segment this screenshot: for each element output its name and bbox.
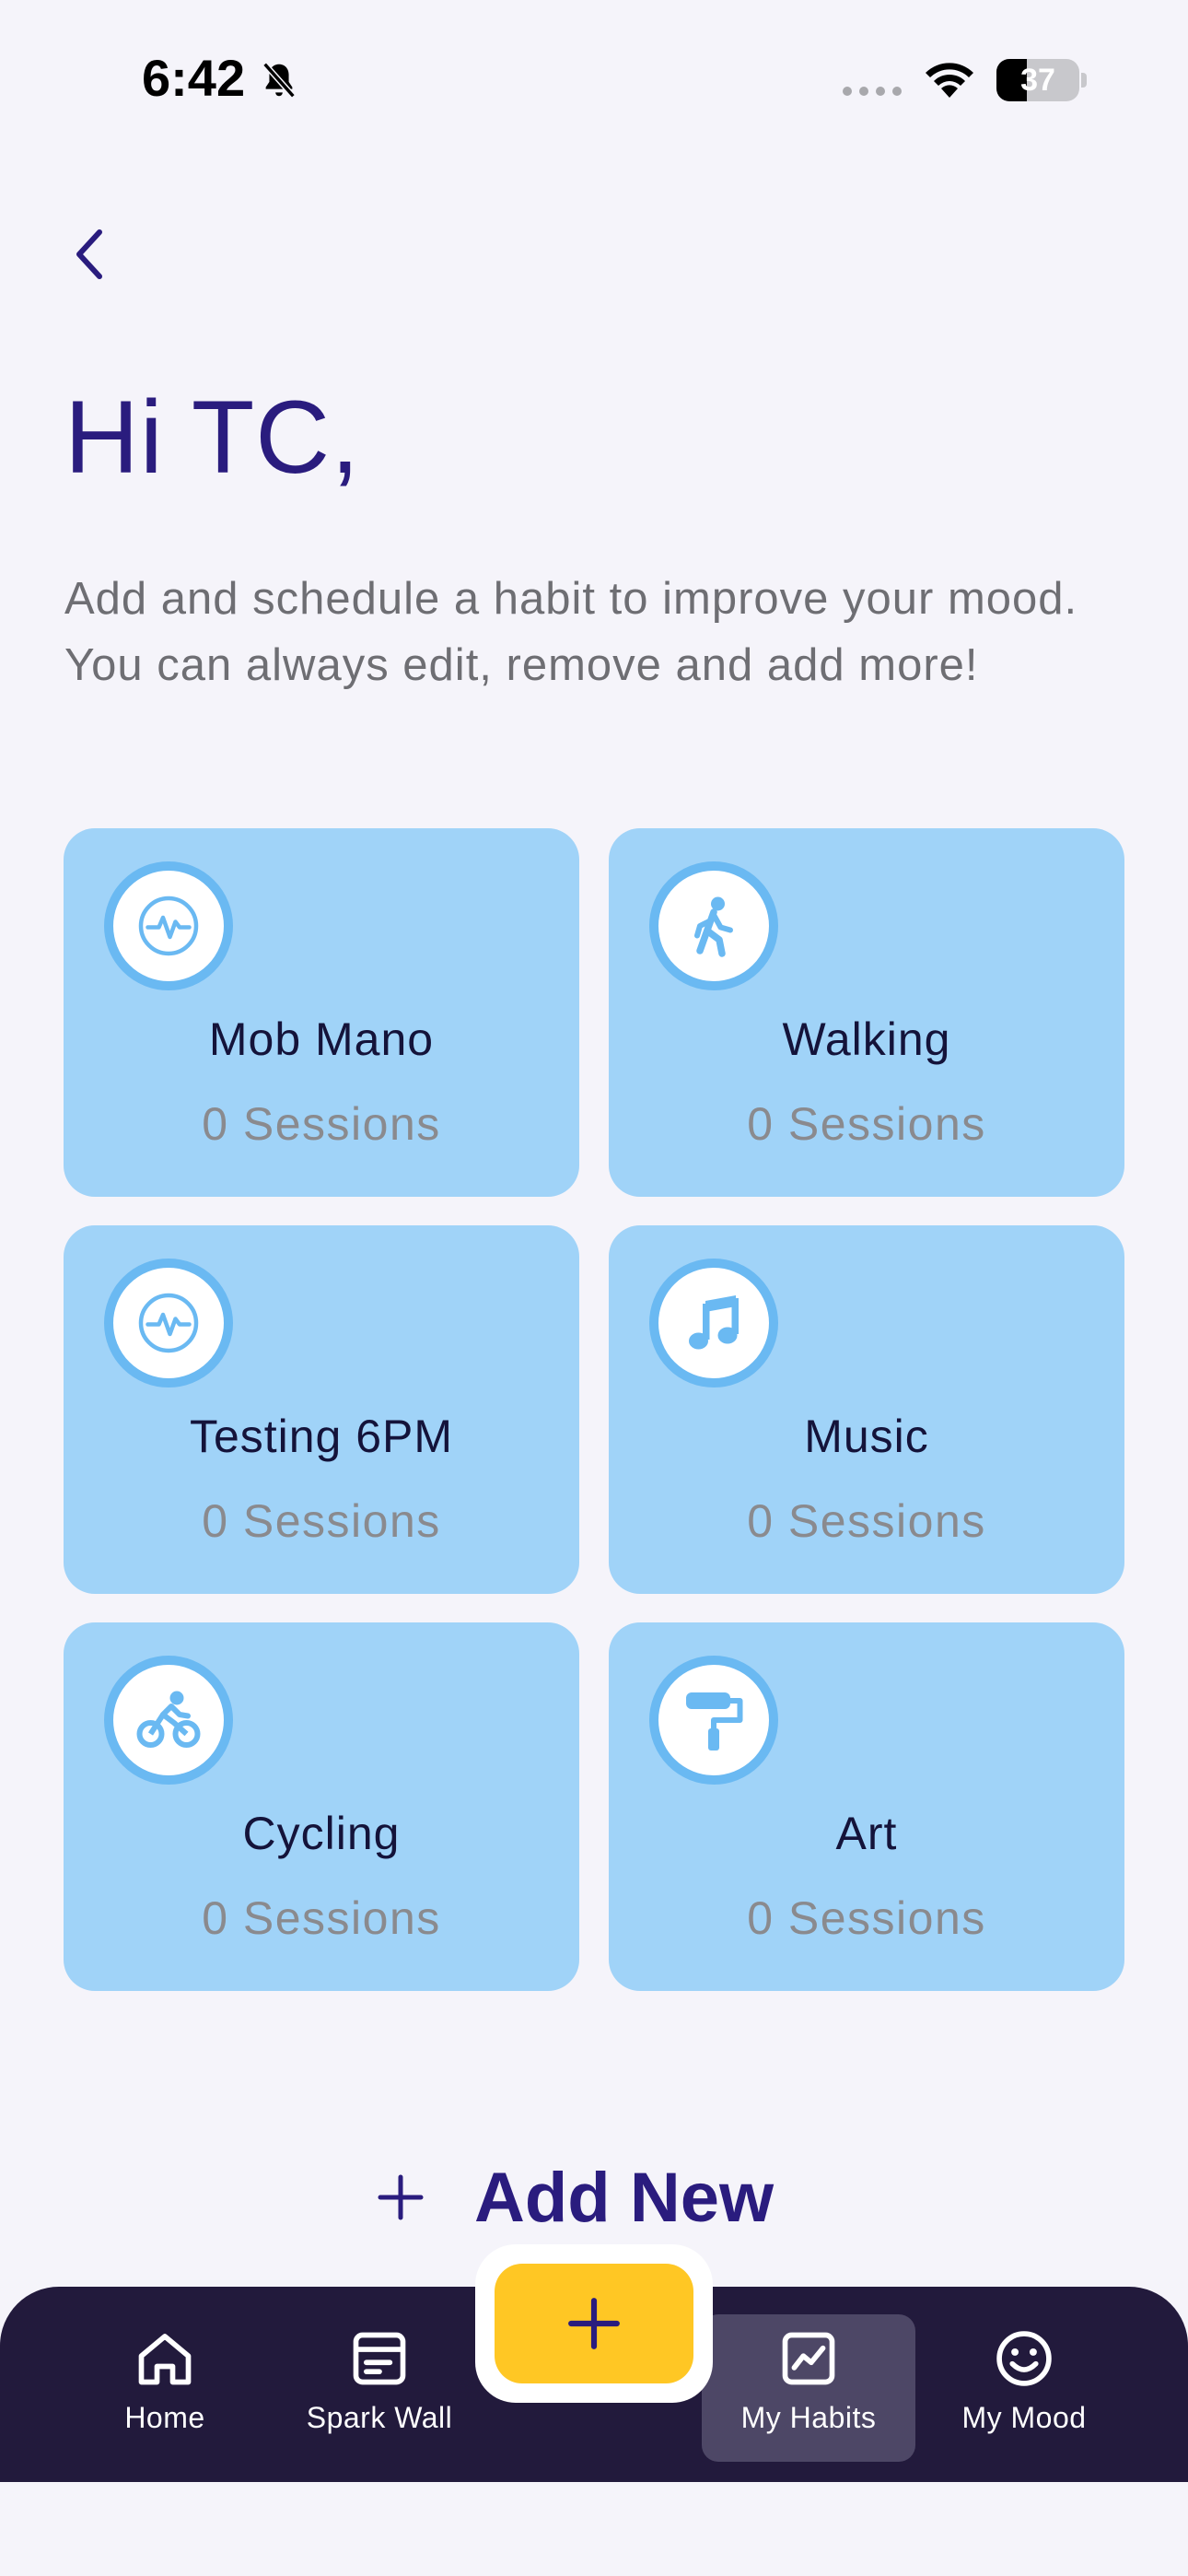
- nav-my-mood[interactable]: My Mood: [949, 2314, 1100, 2462]
- habit-card-cycling[interactable]: Cycling 0 Sessions: [64, 1622, 579, 1991]
- paint-roller-icon: [649, 1656, 778, 1785]
- habit-card-walking[interactable]: Walking 0 Sessions: [609, 828, 1124, 1197]
- add-new-label: Add New: [474, 2158, 775, 2237]
- my-habits-screen: 6:42 37 Hi TC, Add and schedule a habit …: [0, 0, 1188, 2576]
- status-bar: 6:42 37: [0, 0, 1188, 157]
- habit-card-music[interactable]: Music 0 Sessions: [609, 1225, 1124, 1594]
- nav-label: My Mood: [961, 2401, 1087, 2434]
- wifi-icon: [926, 63, 973, 98]
- intro-text: Add and schedule a habit to improve your…: [64, 574, 1078, 690]
- habit-grid: Mob Mano 0 Sessions Walking 0 Sessions T…: [64, 828, 1124, 1991]
- add-habit-fab[interactable]: [495, 2264, 693, 2383]
- plus-icon: [568, 2298, 620, 2349]
- habit-sessions: 0 Sessions: [747, 1495, 986, 1547]
- cyclist-icon: [104, 1656, 233, 1785]
- nav-spark-wall[interactable]: Spark Wall: [297, 2314, 462, 2462]
- habit-sessions: 0 Sessions: [202, 1495, 441, 1547]
- habit-card-testing-6pm[interactable]: Testing 6PM 0 Sessions: [64, 1225, 579, 1594]
- nav-my-habits[interactable]: My Habits: [702, 2314, 915, 2462]
- habit-sessions: 0 Sessions: [747, 1892, 986, 1944]
- habit-sessions: 0 Sessions: [202, 1892, 441, 1944]
- nav-label: My Habits: [740, 2401, 877, 2434]
- spark-wall-icon: [353, 2332, 406, 2385]
- habit-sessions: 0 Sessions: [747, 1098, 986, 1150]
- nav-home[interactable]: Home: [105, 2314, 225, 2462]
- habit-sessions: 0 Sessions: [202, 1098, 441, 1150]
- habit-card-art[interactable]: Art 0 Sessions: [609, 1622, 1124, 1991]
- activity-pulse-icon: [104, 861, 233, 990]
- habit-card-mob-mano[interactable]: Mob Mano 0 Sessions: [64, 828, 579, 1197]
- activity-pulse-icon: [104, 1259, 233, 1388]
- add-new-button[interactable]: Add New: [373, 2156, 774, 2239]
- nav-label: Home: [124, 2401, 205, 2434]
- smiley-icon: [996, 2331, 1052, 2386]
- habit-name: Art: [835, 1808, 898, 1859]
- back-button[interactable]: [59, 217, 118, 291]
- habit-name: Testing 6PM: [189, 1411, 454, 1462]
- habit-name: Walking: [782, 1013, 951, 1065]
- nav-label: Spark Wall: [306, 2401, 453, 2434]
- battery-percent: 37: [1020, 63, 1055, 98]
- battery-indicator: 37: [996, 59, 1087, 101]
- habit-name: Music: [804, 1411, 929, 1462]
- greeting-title: Hi TC,: [64, 380, 361, 495]
- chart-line-icon: [782, 2332, 835, 2385]
- music-note-icon: [649, 1259, 778, 1388]
- habit-name: Cycling: [242, 1808, 401, 1859]
- plus-icon: [378, 2174, 424, 2220]
- status-time: 6:42: [142, 49, 246, 107]
- chevron-left-icon: [76, 229, 102, 279]
- bell-muted-icon: [262, 62, 296, 99]
- walking-person-icon: [649, 861, 778, 990]
- cellular-signal-icon: [843, 87, 902, 96]
- home-icon: [138, 2334, 192, 2385]
- habit-name: Mob Mano: [208, 1013, 435, 1065]
